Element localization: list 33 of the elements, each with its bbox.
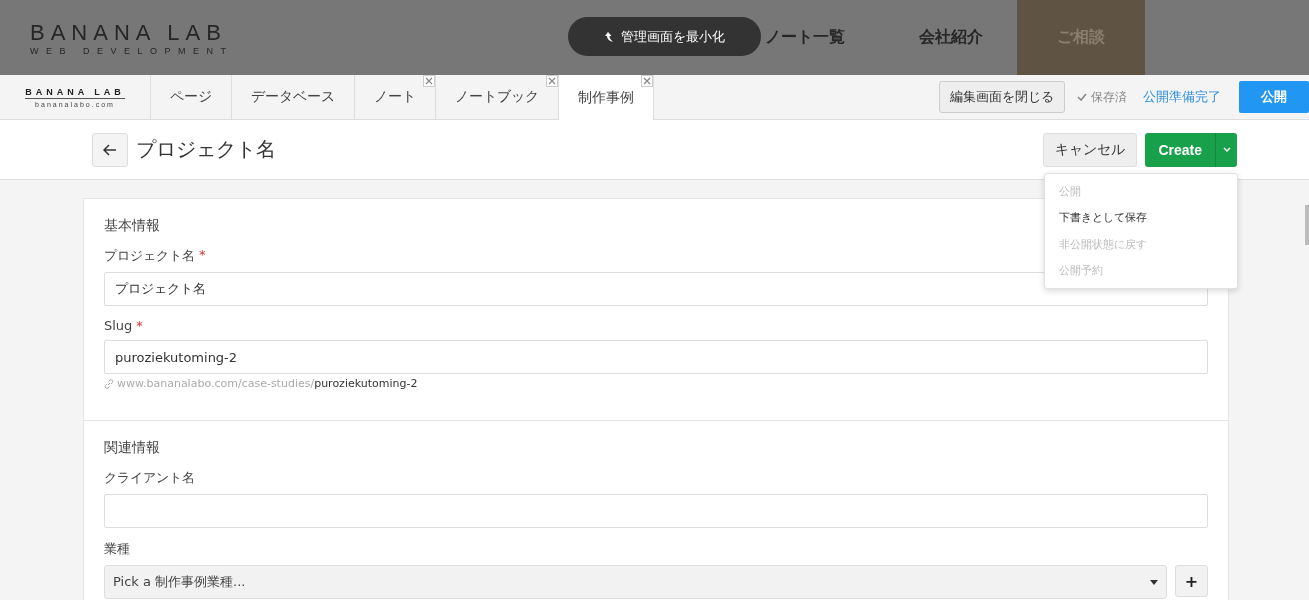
select-field[interactable]: Pick a 制作事例業種...	[104, 565, 1167, 599]
page-title: プロジェクト名	[136, 136, 276, 163]
dropdown-caret-button[interactable]	[1215, 132, 1237, 167]
close-editor-button[interactable]: 編集画面を閉じる	[939, 81, 1065, 113]
back-button[interactable]	[92, 132, 128, 167]
section-title: 関連情報	[104, 439, 160, 457]
cancel-button[interactable]: キャンセル	[1043, 132, 1138, 167]
minimize-admin-button[interactable]: 管理画面を最小化	[568, 17, 761, 56]
section-title: 基本情報	[104, 217, 160, 235]
text-field[interactable]	[104, 494, 1208, 528]
site-tagline: WEB DEVELOPMENT	[30, 45, 235, 56]
check-icon	[1077, 93, 1087, 101]
link-icon	[104, 378, 114, 389]
field-label: クライアント名	[104, 469, 195, 487]
admin-tab[interactable]: 制作事例	[559, 75, 654, 121]
field-label: プロジェクト名	[104, 247, 195, 265]
add-button[interactable]: +	[1175, 565, 1208, 597]
tab-close-icon[interactable]	[546, 75, 558, 87]
arrow-left-icon	[103, 143, 117, 156]
tab-close-icon[interactable]	[641, 75, 653, 87]
field-label: Slug	[104, 318, 133, 333]
chevron-down-icon	[1222, 146, 1231, 153]
admin-logo[interactable]: BANANA LAB	[25, 86, 125, 99]
text-field[interactable]: puroziekutoming-2	[104, 340, 1208, 374]
field-label: 業種	[104, 540, 130, 558]
required-mark: *	[199, 247, 206, 264]
menu-item[interactable]: 下書きとして保存	[1045, 204, 1237, 231]
slug-url: www.bananalabo.com/case-studies/puroziekutoming-2	[117, 377, 418, 390]
required-mark: *	[136, 318, 143, 333]
tab-close-icon[interactable]	[423, 75, 435, 87]
curved-arrow-icon	[604, 30, 615, 43]
dropdown-triangle-icon	[1150, 579, 1158, 585]
save-status: 保存済	[1091, 88, 1127, 106]
